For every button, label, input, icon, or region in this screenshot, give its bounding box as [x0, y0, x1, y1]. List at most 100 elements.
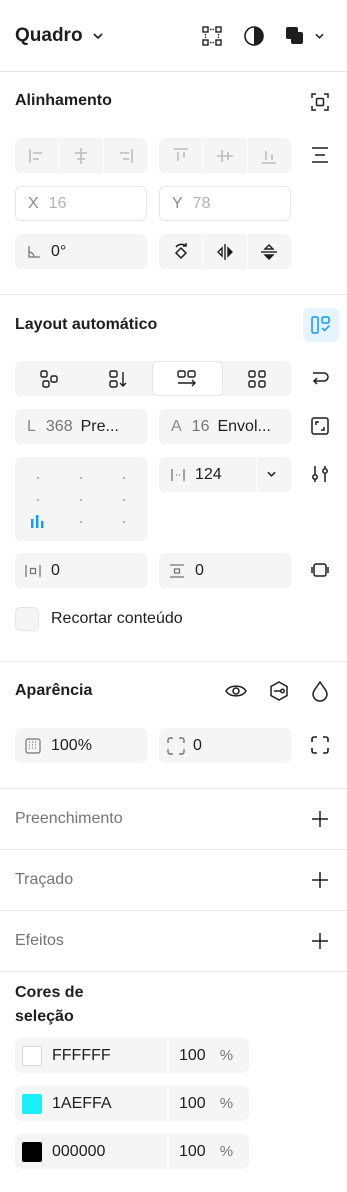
boolean-ops-dropdown[interactable]	[285, 24, 324, 48]
align-dot[interactable]	[37, 477, 39, 479]
blend-mode-button[interactable]	[309, 680, 331, 702]
horizontal-align-group	[15, 138, 147, 173]
align-top-icon	[173, 147, 188, 161]
align-left-icon	[28, 148, 42, 163]
section-title-fill: Preenchimento	[15, 810, 123, 827]
bottom-left-align-indicator-icon[interactable]	[30, 514, 46, 528]
align-top-button[interactable]	[159, 138, 202, 173]
grid-layout-icon	[248, 369, 266, 388]
chevron-down-icon	[315, 33, 324, 39]
color-hex-field[interactable]: 000000	[15, 1134, 167, 1169]
add-fill-button[interactable]	[309, 808, 331, 830]
vertical-padding-field[interactable]: 0	[159, 553, 291, 588]
align-right-icon	[120, 148, 134, 163]
freeform-layout-icon	[40, 369, 58, 388]
selection-color-row[interactable]: FFFFFF 100 %	[15, 1038, 249, 1073]
align-dot[interactable]	[123, 499, 125, 501]
clip-content-checkbox[interactable]	[15, 607, 39, 631]
y-label: Y	[172, 194, 183, 212]
chevron-down-icon[interactable]	[267, 471, 276, 477]
visibility-button[interactable]	[224, 680, 248, 702]
color-swatch[interactable]	[22, 1141, 42, 1162]
horizontal-padding-icon	[25, 564, 41, 578]
y-position-field[interactable]: Y 78	[159, 186, 291, 221]
selection-colors-title-line1: Cores de	[15, 984, 84, 1001]
color-opacity-field[interactable]: 100 %	[169, 1086, 249, 1121]
layout-horizontal-button[interactable]	[152, 361, 223, 396]
individual-padding-icon	[311, 563, 329, 577]
add-stroke-button[interactable]	[309, 869, 331, 891]
height-value: 16	[191, 417, 210, 435]
opacity-icon	[25, 737, 41, 754]
align-dot[interactable]	[80, 477, 82, 479]
color-hex: 1AEFFA	[52, 1094, 112, 1112]
add-effect-button[interactable]	[309, 930, 331, 952]
height-label: A	[171, 417, 182, 435]
color-hex-field[interactable]: 1AEFFA	[15, 1086, 167, 1121]
align-bottom-button[interactable]	[246, 138, 291, 173]
resize-fit-icon	[311, 417, 329, 435]
wrap-button[interactable]	[309, 367, 331, 389]
color-swatch[interactable]	[22, 1045, 42, 1066]
color-opacity: 100	[179, 1094, 206, 1112]
selection-color-row[interactable]: 000000 100 %	[15, 1134, 249, 1169]
distribute-icon	[312, 147, 328, 163]
flip-horizontal-button[interactable]	[202, 234, 246, 269]
color-opacity-unit: %	[219, 1143, 234, 1160]
color-opacity-field[interactable]: 100 %	[169, 1134, 249, 1169]
selection-color-row[interactable]: 1AEFFA 100 %	[15, 1086, 249, 1121]
opacity-field[interactable]: 100%	[15, 728, 147, 763]
component-grid-icon[interactable]	[200, 24, 224, 48]
focus-frame-icon[interactable]	[309, 91, 331, 113]
layout-grid-button[interactable]	[223, 361, 292, 396]
individual-padding-button[interactable]	[309, 559, 331, 581]
width-field[interactable]: L 368 Pre...	[15, 409, 147, 444]
variable-binding-button[interactable]	[267, 680, 291, 702]
color-opacity-field[interactable]: 100 %	[169, 1038, 249, 1073]
align-center-h-button[interactable]	[58, 138, 102, 173]
align-right-button[interactable]	[102, 138, 147, 173]
align-dot[interactable]	[80, 521, 82, 523]
section-title-alignment: Alinhamento	[15, 92, 112, 109]
align-left-button[interactable]	[15, 138, 58, 173]
color-opacity: 100	[179, 1142, 206, 1160]
wrap-icon	[312, 372, 329, 385]
x-value: 16	[48, 194, 67, 212]
auto-layout-suggestion-button[interactable]	[303, 308, 339, 342]
distribute-button[interactable]	[309, 144, 331, 166]
rotate-90-button[interactable]	[159, 234, 202, 269]
resize-to-fit-button[interactable]	[309, 415, 331, 437]
frame-title: Quadro	[15, 25, 83, 46]
height-field[interactable]: A 16 Envol...	[159, 409, 291, 444]
align-dot[interactable]	[123, 521, 125, 523]
align-dot[interactable]	[80, 499, 82, 501]
divider	[0, 788, 347, 789]
align-dot[interactable]	[37, 499, 39, 501]
layout-none-button[interactable]	[15, 361, 84, 396]
corner-radius-field[interactable]: 0	[159, 728, 291, 763]
color-hex-field[interactable]: FFFFFF	[15, 1038, 167, 1073]
gap-field[interactable]: 124	[159, 457, 291, 492]
divider	[0, 71, 347, 72]
width-value: 368	[45, 417, 73, 435]
color-swatch[interactable]	[22, 1093, 42, 1114]
flip-vertical-button[interactable]	[246, 234, 291, 269]
opacity-value: 100%	[51, 736, 92, 754]
contrast-icon[interactable]	[242, 24, 266, 48]
layout-vertical-button[interactable]	[84, 361, 153, 396]
rotation-field[interactable]: 0°	[15, 234, 147, 269]
align-middle-button[interactable]	[202, 138, 246, 173]
alignment-grid[interactable]	[15, 457, 147, 541]
section-title-stroke: Traçado	[15, 871, 74, 888]
independent-corners-button[interactable]	[309, 734, 331, 756]
width-label: L	[27, 417, 36, 435]
x-position-field[interactable]: X 16	[15, 186, 147, 221]
auto-layout-suggest-icon	[311, 316, 331, 334]
align-dot[interactable]	[123, 477, 125, 479]
frame-type-dropdown[interactable]: Quadro	[15, 22, 103, 50]
angle-icon	[27, 245, 41, 259]
advanced-layout-settings-button[interactable]	[309, 463, 331, 485]
layout-direction-group	[15, 361, 291, 396]
vertical-align-group	[159, 138, 291, 173]
horizontal-padding-field[interactable]: 0	[15, 553, 147, 588]
